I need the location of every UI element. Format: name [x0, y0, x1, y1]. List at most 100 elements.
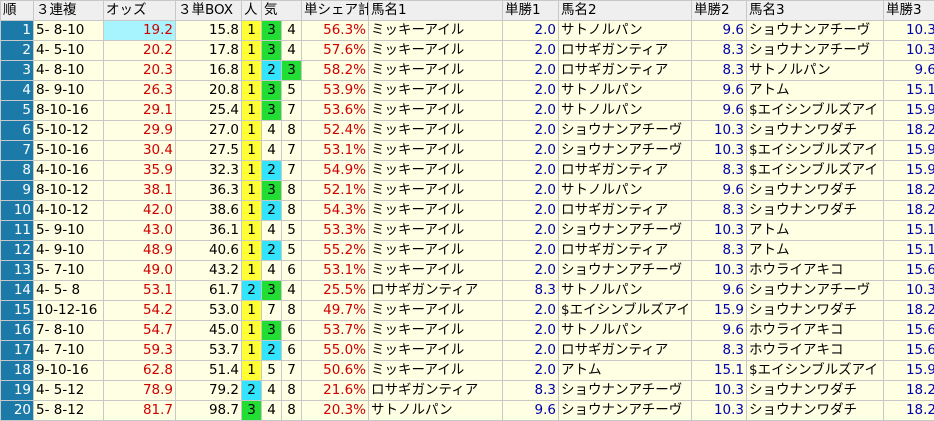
popularity-1: 1 — [242, 121, 262, 141]
popularity-2: 2 — [262, 241, 282, 261]
table-row[interactable]: 34- 8-1020.316.812358.2%ミッキーアイル2.0ロサギガンテ… — [1, 61, 934, 81]
table-row[interactable]: 189-10-1662.851.415750.6%ミッキーアイル2.0アトム15… — [1, 361, 934, 381]
horse-name-1: ミッキーアイル — [369, 161, 503, 181]
popularity-1: 1 — [242, 301, 262, 321]
trifecta-box-odds: 20.8 — [176, 81, 242, 101]
win-odds-3: 18.2 — [884, 401, 934, 421]
header-popularity[interactable]: 人 — [242, 1, 262, 21]
table-row[interactable]: 104-10-1242.038.612854.3%ミッキーアイル2.0ロサギガン… — [1, 201, 934, 221]
horse-name-2: ロサギガンティア — [559, 341, 692, 361]
trio-odds: 20.3 — [104, 61, 176, 81]
trio-odds: 54.7 — [104, 321, 176, 341]
horse-name-1: ミッキーアイル — [369, 361, 503, 381]
table-row[interactable]: 58-10-1629.125.413753.6%ミッキーアイル2.0サトノルパン… — [1, 101, 934, 121]
win-share-total: 53.1% — [302, 261, 369, 281]
header-horse2[interactable]: 馬名2 — [559, 1, 692, 21]
header-popularity-2[interactable]: 気 — [262, 1, 302, 21]
header-combo[interactable]: ３連複 — [34, 1, 104, 21]
table-row[interactable]: 205- 8-1281.798.734820.3%サトノルパン9.6ショウナンア… — [1, 401, 934, 421]
win-odds-3: 15.6 — [884, 341, 934, 361]
table-row[interactable]: 174- 7-1059.353.712655.0%ミッキーアイル2.0ロサギガン… — [1, 341, 934, 361]
table-row[interactable]: 194- 5-1278.979.224821.6%ロサギガンティア8.3ショウナ… — [1, 381, 934, 401]
popularity-2: 4 — [262, 121, 282, 141]
horse-name-2: サトノルパン — [559, 181, 692, 201]
win-share-total: 58.2% — [302, 61, 369, 81]
header-rank[interactable]: 順 — [1, 1, 34, 21]
table-row[interactable]: 84-10-1635.932.312754.9%ミッキーアイル2.0ロサギガンテ… — [1, 161, 934, 181]
win-share-total: 55.0% — [302, 341, 369, 361]
trio-combination: 4- 8-10 — [34, 61, 104, 81]
header-odds[interactable]: オッズ — [104, 1, 176, 21]
win-share-total: 21.6% — [302, 381, 369, 401]
trio-combination: 4- 5-10 — [34, 41, 104, 61]
win-odds-1: 2.0 — [503, 141, 559, 161]
win-odds-2: 9.6 — [692, 321, 747, 341]
popularity-2: 2 — [262, 161, 282, 181]
table-row[interactable]: 24- 5-1020.217.813457.6%ミッキーアイル2.0ロサギガンテ… — [1, 41, 934, 61]
table-row[interactable]: 65-10-1229.927.014852.4%ミッキーアイル2.0ショウナンア… — [1, 121, 934, 141]
win-odds-1: 9.6 — [503, 401, 559, 421]
popularity-1: 1 — [242, 341, 262, 361]
horse-name-2: ロサギガンティア — [559, 61, 692, 81]
trio-odds: 43.0 — [104, 221, 176, 241]
win-share-total: 52.4% — [302, 121, 369, 141]
win-odds-3: 10.3 — [884, 21, 934, 41]
win-share-total: 20.3% — [302, 401, 369, 421]
win-share-total: 53.6% — [302, 101, 369, 121]
win-share-total: 54.9% — [302, 161, 369, 181]
win-odds-1: 2.0 — [503, 101, 559, 121]
win-odds-2: 10.3 — [692, 401, 747, 421]
horse-name-1: ミッキーアイル — [369, 201, 503, 221]
win-odds-3: 10.3 — [884, 41, 934, 61]
header-box[interactable]: ３単BOX — [176, 1, 242, 21]
header-win2[interactable]: 単勝2 — [692, 1, 747, 21]
popularity-1: 3 — [242, 401, 262, 421]
win-share-total: 54.3% — [302, 201, 369, 221]
table-row[interactable]: 15- 8-1019.215.813456.3%ミッキーアイル2.0サトノルパン… — [1, 21, 934, 41]
win-odds-1: 8.3 — [503, 281, 559, 301]
win-share-total: 53.9% — [302, 81, 369, 101]
table-row[interactable]: 135- 7-1049.043.214653.1%ミッキーアイル2.0ショウナン… — [1, 261, 934, 281]
popularity-2: 2 — [262, 341, 282, 361]
horse-name-1: ミッキーアイル — [369, 121, 503, 141]
row-rank: 4 — [1, 81, 34, 101]
trio-combination: 8- 9-10 — [34, 81, 104, 101]
win-odds-2: 8.3 — [692, 341, 747, 361]
horse-name-1: ミッキーアイル — [369, 321, 503, 341]
trifecta-odds-table: 順 ３連複 オッズ ３単BOX 人 気 単シェア計 馬名1 単勝1 馬名2 単勝… — [0, 0, 934, 421]
trio-combination: 4- 5-12 — [34, 381, 104, 401]
win-odds-2: 9.6 — [692, 181, 747, 201]
win-odds-2: 8.3 — [692, 201, 747, 221]
header-horse3[interactable]: 馬名3 — [747, 1, 884, 21]
trifecta-box-odds: 79.2 — [176, 381, 242, 401]
table-row[interactable]: 98-10-1238.136.313852.1%ミッキーアイル2.0サトノルパン… — [1, 181, 934, 201]
win-share-total: 56.3% — [302, 21, 369, 41]
table-row[interactable]: 75-10-1630.427.514753.1%ミッキーアイル2.0ショウナンア… — [1, 141, 934, 161]
row-rank: 7 — [1, 141, 34, 161]
win-odds-3: 9.6 — [884, 61, 934, 81]
popularity-1: 1 — [242, 261, 262, 281]
header-win3[interactable]: 単勝3 — [884, 1, 934, 21]
table-row[interactable]: 115- 9-1043.036.114553.3%ミッキーアイル2.0ショウナン… — [1, 221, 934, 241]
trio-odds: 78.9 — [104, 381, 176, 401]
row-rank: 14 — [1, 281, 34, 301]
horse-name-3: ショウナンアチーヴ — [747, 21, 884, 41]
horse-name-2: サトノルパン — [559, 281, 692, 301]
row-rank: 1 — [1, 21, 34, 41]
popularity-2: 4 — [262, 221, 282, 241]
table-row[interactable]: 1510-12-1654.253.017849.7%ミッキーアイル2.0$エイシ… — [1, 301, 934, 321]
popularity-2: 4 — [262, 261, 282, 281]
table-row[interactable]: 144- 5- 853.161.723425.5%ロサギガンティア8.3サトノル… — [1, 281, 934, 301]
trifecta-box-odds: 53.0 — [176, 301, 242, 321]
table-row[interactable]: 48- 9-1026.320.813553.9%ミッキーアイル2.0サトノルパン… — [1, 81, 934, 101]
table-row[interactable]: 124- 9-1048.940.612555.2%ミッキーアイル2.0ロサギガン… — [1, 241, 934, 261]
table-row[interactable]: 167- 8-1054.745.013653.7%ミッキーアイル2.0サトノルパ… — [1, 321, 934, 341]
header-horse1[interactable]: 馬名1 — [369, 1, 503, 21]
horse-name-2: ショウナンアチーヴ — [559, 401, 692, 421]
horse-name-2: ショウナンアチーヴ — [559, 381, 692, 401]
header-win1[interactable]: 単勝1 — [503, 1, 559, 21]
win-odds-1: 2.0 — [503, 241, 559, 261]
header-share[interactable]: 単シェア計 — [302, 1, 369, 21]
horse-name-2: ロサギガンティア — [559, 201, 692, 221]
win-odds-3: 15.9 — [884, 141, 934, 161]
